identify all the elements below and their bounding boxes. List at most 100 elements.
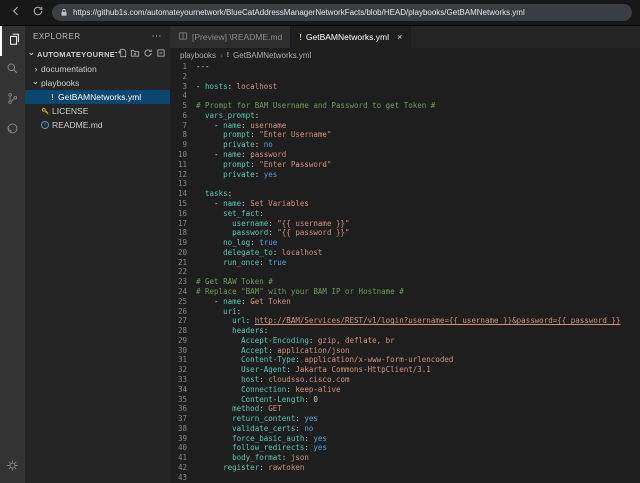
line-number: 37 <box>177 414 187 424</box>
line-number: 34 <box>177 384 187 394</box>
back-button[interactable] <box>8 5 24 21</box>
code-editor[interactable]: 1 --- 2 3- hosts: localhost 4 5 # Prompt for B… <box>170 62 640 483</box>
sidebar-item-getbamnetworks-yml[interactable]: ! GetBAMNetworks.yml <box>25 90 170 104</box>
code-line: 32 User-Agent: Jakarta Commons-HttpClien… <box>177 365 431 375</box>
line-number: 22 <box>177 267 187 277</box>
source-control-activity-button[interactable] <box>0 86 25 116</box>
line-number: 30 <box>177 345 187 355</box>
line-number: 27 <box>177 316 187 326</box>
refresh-icon[interactable] <box>143 48 153 60</box>
line-number: 21 <box>177 257 187 267</box>
code-line: 8 prompt: "Enter Username" <box>170 130 640 140</box>
code-line: 9 private: no <box>170 140 640 150</box>
info-icon: i <box>41 121 49 129</box>
github-activity-button[interactable] <box>0 116 25 146</box>
more-actions-icon[interactable]: ⋯ <box>152 31 163 42</box>
line-number: 31 <box>177 355 187 365</box>
new-folder-icon[interactable] <box>130 48 140 60</box>
sidebar-item-playbooks[interactable]: › playbooks <box>25 76 170 90</box>
line-number: 5 <box>182 101 187 111</box>
code-line: 12 private: yes <box>177 169 278 179</box>
collapse-all-icon[interactable] <box>156 48 166 60</box>
line-number: 18 <box>177 228 187 238</box>
repo-root-label: AUTOMATEYOURNETWORK/B... <box>37 49 117 59</box>
line-number: 24 <box>177 286 187 296</box>
search-icon <box>6 62 19 80</box>
tab-bar: [Preview] \README.md ! GetBAMNetworks.ym… <box>170 26 640 48</box>
code-line: 29 Accept-Encoding: gzip, deflate, br <box>177 335 395 345</box>
code-line: 43 <box>170 473 640 483</box>
line-number: 43 <box>177 472 187 482</box>
code-line: 20 delegate_to: localhost <box>177 247 323 257</box>
line-number: 20 <box>177 247 187 257</box>
code-line: 5 # Prompt for BAM Username and Password … <box>170 101 640 111</box>
line-number: 3 <box>182 81 187 91</box>
yaml-file-icon: ! <box>226 51 230 59</box>
code-line: 22 <box>170 267 640 277</box>
line-number: 26 <box>177 306 187 316</box>
line-number: 8 <box>182 130 187 140</box>
code-line: 25 - name: Get Token <box>177 296 291 306</box>
code-line: 11 prompt: "Enter Password" <box>177 159 332 169</box>
code-line: 17 username: "{{ username }}" <box>177 218 350 228</box>
line-number: 32 <box>177 365 187 375</box>
explorer-sidebar: EXPLORER ⋯ › AUTOMATEYOURNETWORK/B... › … <box>25 26 170 483</box>
tab-getbamnetworks-yml[interactable]: ! GetBAMNetworks.yml × <box>291 26 412 48</box>
line-number: 2 <box>182 71 187 81</box>
code-line: 26 uri: <box>177 306 242 316</box>
line-number: 35 <box>177 394 187 404</box>
tree-root-row[interactable]: › AUTOMATEYOURNETWORK/B... <box>25 46 170 62</box>
line-number: 12 <box>177 169 187 179</box>
close-tab-icon[interactable]: × <box>397 32 402 42</box>
sidebar-item-readme[interactable]: i README.md <box>25 118 170 132</box>
code-line: 3- hosts: localhost <box>170 82 640 92</box>
line-number: 23 <box>177 277 187 287</box>
tab-readme-preview[interactable]: [Preview] \README.md <box>170 26 292 48</box>
url-text: https://github1s.com/automateyournetwork… <box>73 8 525 17</box>
line-number: 41 <box>177 453 187 463</box>
line-number: 28 <box>177 326 187 336</box>
code-line: 37 return_content: yes <box>177 414 318 424</box>
code-line: 10 - name: password <box>177 150 287 160</box>
search-activity-button[interactable] <box>0 56 25 86</box>
code-line: 30 Accept: application/json <box>177 345 350 355</box>
code-line: 13 <box>170 179 640 189</box>
code-line: 31 Content-Type: application/x-www-form-… <box>177 355 454 365</box>
breadcrumb-filename[interactable]: GetBAMNetworks.yml <box>233 51 311 60</box>
code-line: 33 host: cloudsso.cisco.com <box>177 375 350 384</box>
explorer-title: EXPLORER <box>33 31 81 41</box>
code-line: 19 no_log: true <box>177 238 278 248</box>
chevron-down-icon: › <box>31 81 41 85</box>
yaml-file-icon: ! <box>299 32 302 42</box>
code-line: 24 # Replace "BAM" with your BAM IP or Ho… <box>177 286 404 296</box>
code-line: 23 # Get RAW Token # <box>177 277 273 287</box>
line-number: 10 <box>177 150 187 160</box>
reload-button[interactable] <box>30 5 46 21</box>
url-bar[interactable]: https://github1s.com/automateyournetwork… <box>52 4 632 21</box>
line-number: 16 <box>177 208 187 218</box>
code-line: 2 <box>170 72 640 82</box>
sidebar-item-documentation[interactable]: › documentation <box>25 62 170 76</box>
line-number: 13 <box>177 179 187 189</box>
yaml-file-icon: ! <box>51 92 54 102</box>
breadcrumb-playbooks[interactable]: playbooks <box>180 51 216 60</box>
line-number: 25 <box>177 296 187 306</box>
line-number: 4 <box>182 91 187 101</box>
code-line: 6 vars_prompt: <box>170 111 640 121</box>
settings-button[interactable] <box>0 453 25 483</box>
code-line: 38 validate_certs: no <box>177 423 314 433</box>
code-line: 35 Content-Length: 0 <box>177 394 318 404</box>
line-number: 29 <box>177 335 187 345</box>
new-file-icon[interactable] <box>117 48 127 60</box>
code-line: 28 headers: <box>177 326 269 336</box>
breadcrumb-separator: › <box>220 50 223 60</box>
code-line: 27 url: http://BAM/Services/REST/v1/logi… <box>177 316 621 326</box>
line-number: 42 <box>177 463 187 473</box>
explorer-activity-button[interactable] <box>0 26 25 56</box>
sidebar-item-license[interactable]: LICENSE <box>25 104 170 118</box>
reload-icon <box>32 4 44 22</box>
line-number: 40 <box>177 443 187 453</box>
github-icon <box>6 122 19 140</box>
editor-group: [Preview] \README.md ! GetBAMNetworks.ym… <box>170 26 640 483</box>
lock-icon <box>60 4 68 21</box>
